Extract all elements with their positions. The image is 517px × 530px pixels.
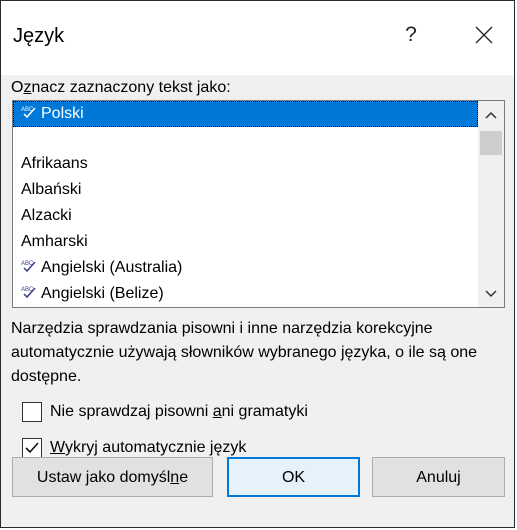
list-item-label: Amharski — [21, 233, 88, 250]
mark-text-label: Oznacz zaznaczony tekst jako: — [11, 79, 231, 97]
list-item[interactable]: Amharski — [13, 229, 478, 255]
list-scrollbar[interactable] — [478, 101, 504, 307]
set-default-button[interactable]: Ustaw jako domyślne — [12, 457, 213, 497]
help-button[interactable]: ? — [389, 13, 433, 57]
mark-text-label-text: Oznacz zaznaczony tekst jako: — [11, 79, 231, 96]
list-item-label: Albański — [21, 181, 82, 198]
scroll-thumb[interactable] — [480, 131, 502, 155]
scroll-down-button[interactable] — [478, 281, 504, 305]
list-item-label: Polski — [41, 105, 84, 122]
chevron-up-icon — [485, 111, 497, 119]
language-list: ABC Polski Afrikaans Albański Alzacki Amharsk… — [13, 101, 478, 307]
list-item[interactable]: ABC Angielski (Australia) — [13, 255, 478, 281]
set-default-label: Ustaw jako domyślne — [36, 469, 189, 486]
close-icon — [475, 26, 493, 44]
list-item-label: Angielski (Australia) — [41, 259, 183, 276]
list-item-label: Afrikaans — [21, 155, 88, 172]
language-listbox[interactable]: ABC Polski Afrikaans Albański Alzacki Amharsk… — [12, 100, 505, 308]
ok-button[interactable]: OK — [227, 457, 360, 497]
close-button[interactable] — [461, 13, 507, 57]
list-item[interactable]: Albański — [13, 177, 478, 203]
spelling-check-icon: ABC — [21, 282, 37, 299]
checkmark-icon — [25, 442, 39, 454]
spelling-check-icon: ABC — [21, 102, 37, 119]
help-icon: ? — [405, 23, 417, 46]
list-item[interactable]: ABC Polski — [13, 101, 478, 127]
detect-language-checkbox[interactable] — [22, 438, 42, 458]
chevron-down-icon — [485, 290, 497, 298]
scroll-up-button[interactable] — [478, 103, 504, 127]
language-dialog: Język ? Oznacz zaznaczony tekst jako: AB… — [0, 0, 515, 528]
description-text: Narzędzia sprawdzania pisowni i inne nar… — [11, 320, 478, 385]
cancel-button[interactable]: Anuluj — [372, 457, 505, 497]
dialog-title: Język — [13, 25, 65, 47]
list-item[interactable]: ABC Angielski (Belize) — [13, 281, 478, 307]
list-item-label: Alzacki — [21, 207, 72, 224]
list-item-blank[interactable] — [13, 127, 478, 151]
no-spellcheck-checkbox[interactable] — [22, 402, 42, 422]
detect-language-label: Wykryj automatycznie język — [50, 439, 247, 456]
list-item[interactable]: Alzacki — [13, 203, 478, 229]
list-item[interactable]: Afrikaans — [13, 151, 478, 177]
title-bar: Język ? — [1, 1, 514, 75]
no-spellcheck-label: Nie sprawdzaj pisowni ani gramatyki — [50, 403, 308, 420]
spelling-check-icon: ABC — [21, 256, 37, 273]
list-item-label: Angielski (Belize) — [41, 285, 164, 302]
no-spellcheck-checkbox-row[interactable]: Nie sprawdzaj pisowni ani gramatyki — [12, 402, 352, 424]
